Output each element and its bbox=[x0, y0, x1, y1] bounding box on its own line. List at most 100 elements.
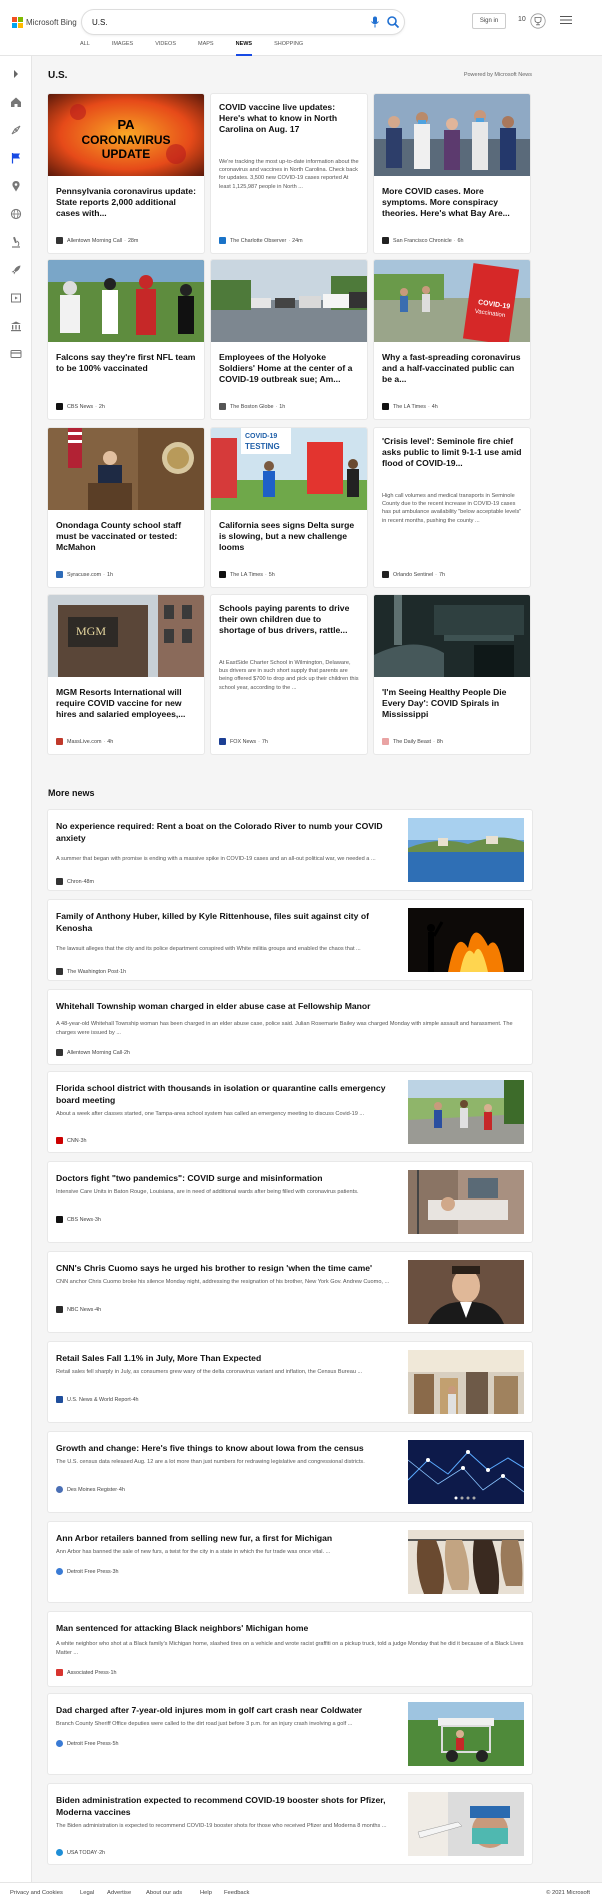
microscope-icon[interactable] bbox=[10, 236, 22, 248]
card-title[interactable]: 'I'm Seeing Healthy People Die Every Day… bbox=[382, 687, 522, 720]
news-card[interactable]: 'I'm Seeing Healthy People Die Every Day… bbox=[374, 595, 530, 754]
card-title[interactable]: Onondaga County school staff must be vac… bbox=[56, 520, 196, 553]
source-name[interactable]: NBC News bbox=[67, 1307, 93, 1313]
item-title[interactable]: Family of Anthony Huber, killed by Kyle … bbox=[56, 910, 396, 934]
news-card[interactable]: Falcons say they're first NFL team to be… bbox=[48, 260, 204, 419]
news-card[interactable]: More COVID cases. More symptoms. More co… bbox=[374, 94, 530, 253]
news-card[interactable]: MGM MGM Resorts International will requi… bbox=[48, 595, 204, 754]
rewards-trophy-icon[interactable] bbox=[530, 13, 546, 29]
footer-link-about-ads[interactable]: About our ads bbox=[146, 1890, 182, 1896]
source-name[interactable]: The LA Times bbox=[393, 404, 426, 410]
source-name[interactable]: The Washington Post bbox=[67, 969, 118, 975]
globe-icon[interactable] bbox=[10, 208, 22, 220]
card-title[interactable]: MGM Resorts International will require C… bbox=[56, 687, 196, 720]
news-card[interactable]: Schools paying parents to drive their ow… bbox=[211, 595, 367, 754]
source-name[interactable]: Orlando Sentinel bbox=[393, 572, 433, 578]
microphone-icon[interactable] bbox=[370, 16, 380, 28]
news-list-item[interactable]: Growth and change: Here's five things to… bbox=[48, 1432, 532, 1512]
news-card[interactable]: PA CORONAVIRUS UPDATE Pennsylvania coron… bbox=[48, 94, 204, 253]
source-name[interactable]: Syracuse.com bbox=[67, 572, 101, 578]
news-list-item[interactable]: Retail Sales Fall 1.1% in July, More Tha… bbox=[48, 1342, 532, 1422]
item-title[interactable]: Florida school district with thousands i… bbox=[56, 1082, 396, 1106]
source-name[interactable]: San Francisco Chronicle bbox=[393, 238, 452, 244]
item-title[interactable]: Man sentenced for attacking Black neighb… bbox=[56, 1622, 524, 1634]
footer-link-legal[interactable]: Legal bbox=[80, 1890, 94, 1896]
tab-news[interactable]: NEWS bbox=[235, 38, 252, 56]
card-title[interactable]: More COVID cases. More symptoms. More co… bbox=[382, 186, 522, 219]
news-list-item[interactable]: Dad charged after 7-year-old injures mom… bbox=[48, 1694, 532, 1774]
source-name[interactable]: CBS News bbox=[67, 404, 93, 410]
source-name[interactable]: The Boston Globe bbox=[230, 404, 273, 410]
news-list-item[interactable]: Family of Anthony Huber, killed by Kyle … bbox=[48, 900, 532, 980]
news-card[interactable]: 'Crisis level': Seminole fire chief asks… bbox=[374, 428, 530, 587]
footer-link-feedback[interactable]: Feedback bbox=[224, 1890, 249, 1896]
rewards-count[interactable]: 10 bbox=[518, 16, 526, 23]
film-icon[interactable] bbox=[10, 292, 22, 304]
item-title[interactable]: Whitehall Township woman charged in elde… bbox=[56, 1000, 524, 1012]
card-title[interactable]: Schools paying parents to drive their ow… bbox=[219, 603, 359, 636]
news-card[interactable]: Employees of the Holyoke Soldiers' Home … bbox=[211, 260, 367, 419]
search-icon[interactable] bbox=[386, 15, 400, 29]
source-name[interactable]: Detroit Free Press bbox=[67, 1741, 111, 1747]
footer-link-help[interactable]: Help bbox=[200, 1890, 212, 1896]
source-name[interactable]: Detroit Free Press bbox=[67, 1569, 111, 1575]
item-title[interactable]: Growth and change: Here's five things to… bbox=[56, 1442, 396, 1454]
news-card[interactable]: COVID-19 TESTING California sees signs D… bbox=[211, 428, 367, 587]
news-list-item[interactable]: No experience required: Rent a boat on t… bbox=[48, 810, 532, 890]
source-name[interactable]: Des Moines Register bbox=[67, 1487, 117, 1493]
news-card[interactable]: COVID vaccine live updates: Here's what … bbox=[211, 94, 367, 253]
compass-icon[interactable] bbox=[10, 124, 22, 136]
rocket-icon[interactable] bbox=[10, 264, 22, 276]
card-title[interactable]: Falcons say they're first NFL team to be… bbox=[56, 352, 196, 374]
news-list-item[interactable]: Whitehall Township woman charged in elde… bbox=[48, 990, 532, 1064]
source-name[interactable]: CBS News bbox=[67, 1217, 93, 1223]
hamburger-menu-icon[interactable] bbox=[560, 14, 572, 26]
card-title[interactable]: Employees of the Holyoke Soldiers' Home … bbox=[219, 352, 359, 385]
news-list-item[interactable]: Ann Arbor retailers banned from selling … bbox=[48, 1522, 532, 1602]
search-input[interactable] bbox=[92, 14, 362, 30]
bing-logo[interactable]: Microsoft Bing bbox=[12, 15, 77, 29]
footer-link-privacy[interactable]: Privacy and Cookies bbox=[10, 1890, 63, 1896]
item-title[interactable]: Dad charged after 7-year-old injures mom… bbox=[56, 1704, 396, 1716]
card-title[interactable]: California sees signs Delta surge is slo… bbox=[219, 520, 359, 553]
item-title[interactable]: Retail Sales Fall 1.1% in July, More Tha… bbox=[56, 1352, 396, 1364]
source-name[interactable]: FOX News bbox=[230, 739, 256, 745]
source-name[interactable]: The LA Times bbox=[230, 572, 263, 578]
card-icon[interactable] bbox=[10, 348, 22, 360]
card-title[interactable]: Why a fast-spreading coronavirus and a h… bbox=[382, 352, 522, 385]
source-name[interactable]: The Daily Beast bbox=[393, 739, 431, 745]
source-name[interactable]: The Charlotte Observer bbox=[230, 238, 286, 244]
tab-maps[interactable]: MAPS bbox=[198, 38, 214, 56]
tab-images[interactable]: IMAGES bbox=[112, 38, 133, 56]
home-icon[interactable] bbox=[10, 96, 22, 108]
source-name[interactable]: USA TODAY bbox=[67, 1850, 97, 1856]
news-list-item[interactable]: Man sentenced for attacking Black neighb… bbox=[48, 1612, 532, 1686]
source-name[interactable]: MassLive.com bbox=[67, 739, 101, 745]
flag-icon[interactable] bbox=[10, 152, 22, 164]
news-card[interactable]: COVID-19 Vaccination Why a fast-spreadin… bbox=[374, 260, 530, 419]
tab-shopping[interactable]: SHOPPING bbox=[274, 38, 303, 56]
source-name[interactable]: Allentown Morning Call bbox=[67, 1050, 122, 1056]
item-title[interactable]: CNN's Chris Cuomo says he urged his brot… bbox=[56, 1262, 396, 1274]
news-card[interactable]: Onondaga County school staff must be vac… bbox=[48, 428, 204, 587]
source-name[interactable]: Associated Press bbox=[67, 1670, 109, 1676]
news-list-item[interactable]: Florida school district with thousands i… bbox=[48, 1072, 532, 1152]
footer-link-advertise[interactable]: Advertise bbox=[107, 1890, 131, 1896]
news-list-item[interactable]: CNN's Chris Cuomo says he urged his brot… bbox=[48, 1252, 532, 1332]
card-title[interactable]: 'Crisis level': Seminole fire chief asks… bbox=[382, 436, 522, 469]
item-title[interactable]: No experience required: Rent a boat on t… bbox=[56, 820, 396, 844]
tab-videos[interactable]: VIDEOS bbox=[155, 38, 176, 56]
source-name[interactable]: CNN bbox=[67, 1138, 79, 1144]
card-title[interactable]: COVID vaccine live updates: Here's what … bbox=[219, 102, 359, 135]
news-list-item[interactable]: Doctors fight "two pandemics": COVID sur… bbox=[48, 1162, 532, 1242]
item-title[interactable]: Doctors fight "two pandemics": COVID sur… bbox=[56, 1172, 396, 1184]
bank-icon[interactable] bbox=[10, 320, 22, 332]
source-name[interactable]: Allentown Morning Call bbox=[67, 238, 122, 244]
expand-icon[interactable] bbox=[10, 68, 22, 80]
source-name[interactable]: Chron bbox=[67, 879, 82, 885]
card-title[interactable]: Pennsylvania coronavirus update: State r… bbox=[56, 186, 196, 219]
item-title[interactable]: Ann Arbor retailers banned from selling … bbox=[56, 1532, 396, 1544]
powered-by-label[interactable]: Powered by Microsoft News bbox=[440, 72, 532, 78]
source-name[interactable]: U.S. News & World Report bbox=[67, 1397, 131, 1403]
pin-icon[interactable] bbox=[10, 180, 22, 192]
